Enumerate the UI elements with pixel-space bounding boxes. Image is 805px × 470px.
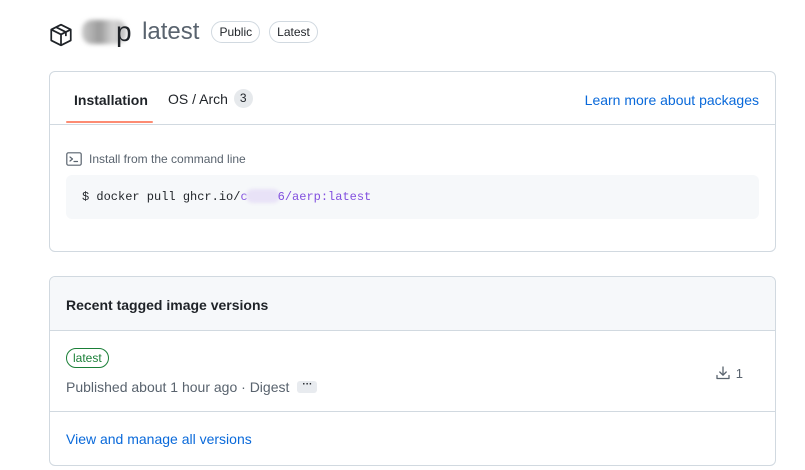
visibility-badge: Public (211, 21, 261, 43)
install-label-text: Install from the command line (89, 152, 246, 166)
os-arch-counter: 3 (233, 89, 253, 108)
tab-os-arch-label: OS / Arch (168, 90, 228, 107)
version-label[interactable]: latest (66, 348, 109, 368)
download-count: 1 (715, 365, 743, 381)
digest-expand-button[interactable]: ··· (297, 380, 318, 393)
docker-command[interactable]: $ docker pull ghcr.io/c 6/aerp:latest (66, 175, 759, 219)
download-icon (716, 366, 730, 380)
view-all-versions-link[interactable]: View and manage all versions (66, 431, 252, 447)
package-tag: latest (142, 18, 200, 45)
install-label: Install from the command line (66, 151, 246, 167)
versions-title: Recent tagged image versions (50, 277, 775, 331)
redacted-owner (245, 189, 280, 203)
command-prefix: $ docker pull ghcr.io/ (82, 190, 241, 204)
versions-panel: Recent tagged image versions latest Publ… (49, 276, 776, 466)
command-owner-end: 6 (277, 190, 285, 204)
package-icon (50, 23, 72, 47)
tab-os-arch[interactable]: OS / Arch 3 (168, 89, 253, 108)
package-name-text: p (116, 16, 133, 47)
terminal-icon (66, 152, 82, 166)
package-name: p (82, 16, 132, 48)
latest-badge: Latest (269, 21, 318, 43)
installation-panel: Installation OS / Arch 3 Learn more abou… (49, 71, 776, 252)
tab-bar: Installation OS / Arch 3 Learn more abou… (50, 72, 775, 125)
published-info: Published about 1 hour ago · Digest ··· (66, 379, 318, 395)
tab-installation[interactable]: Installation (74, 92, 148, 108)
active-tab-indicator (66, 121, 153, 123)
command-rest: /aerp:latest (284, 190, 372, 204)
published-text: Published about 1 hour ago · Digest (66, 379, 290, 395)
version-row: latest Published about 1 hour ago · Dige… (50, 331, 775, 412)
package-header: p latest Public Latest (48, 14, 318, 50)
download-count-value: 1 (735, 365, 743, 381)
learn-more-link[interactable]: Learn more about packages (585, 92, 759, 108)
